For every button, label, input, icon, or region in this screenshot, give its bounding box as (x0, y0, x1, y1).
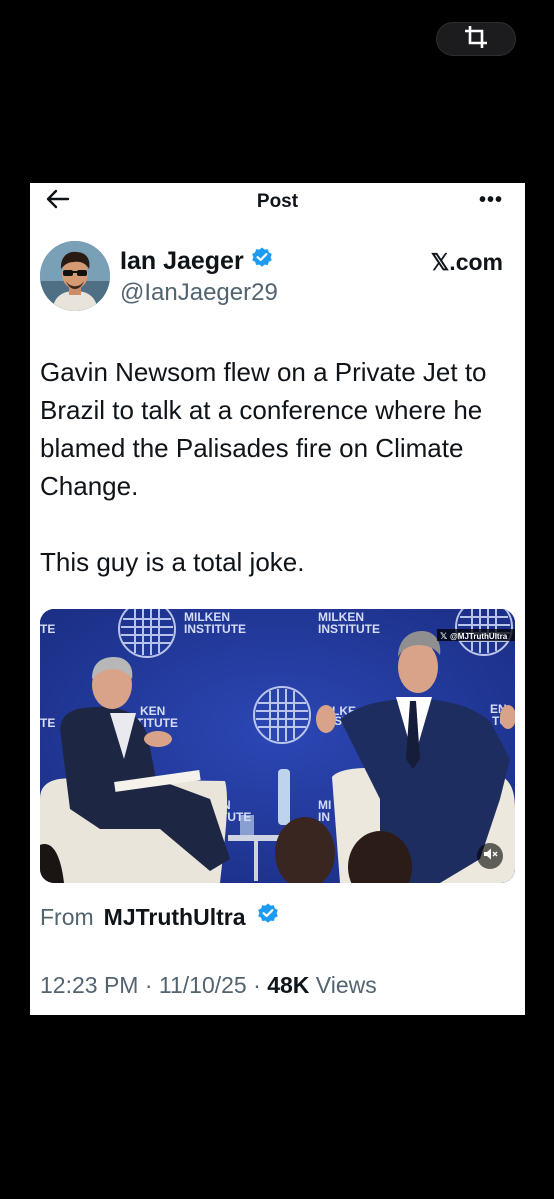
x-logo-icon: 𝕏 (440, 632, 448, 642)
separator: · (144, 972, 153, 998)
verified-badge-icon (250, 246, 274, 277)
separator: · (253, 972, 261, 998)
post-date: 11/10/25 (158, 972, 247, 998)
source-attribution[interactable]: From MJTruthUltra (40, 902, 280, 932)
crop-icon (463, 24, 489, 55)
post-card: Post ••• Ian Jaeger @IanJaeger29 � (30, 183, 525, 1015)
backdrop-fragment: TE (40, 716, 55, 730)
crop-button[interactable] (436, 22, 516, 56)
page-title: Post (256, 191, 299, 212)
author-name-row[interactable]: Ian Jaeger (120, 246, 274, 277)
speaker-muted-icon (482, 846, 498, 867)
source-prefix: From (40, 903, 94, 930)
views-count: 48K (267, 972, 310, 998)
views-label[interactable]: Views (316, 972, 377, 998)
mute-button[interactable] (477, 843, 503, 869)
site-label: 𝕏.com (430, 249, 503, 275)
backdrop-fragment: TE (40, 622, 55, 636)
post-metadata: 12:23 PM · 11/10/25 · 48K Views (40, 972, 377, 999)
author-name: Ian Jaeger (120, 247, 244, 275)
video-player[interactable]: MILKEN INSTITUTE MILKEN INSTITUTE TE KEN… (40, 609, 515, 883)
source-name[interactable]: MJTruthUltra (104, 904, 246, 931)
more-horizontal-icon: ••• (478, 189, 503, 211)
backdrop-logo-text: INSTITUTE (184, 622, 246, 636)
post-time: 12:23 PM (40, 972, 139, 998)
avatar[interactable] (40, 241, 110, 311)
tweet-paragraph: Gavin Newsom flew on a Private Jet to Br… (40, 357, 494, 501)
tweet-text: Gavin Newsom flew on a Private Jet to Br… (40, 353, 520, 581)
backdrop-logo-text: INSTITUTE (318, 622, 380, 636)
more-button[interactable]: ••• (479, 189, 503, 212)
video-watermark: @MJTruthUltra (450, 632, 508, 641)
author-handle[interactable]: @IanJaeger29 (120, 279, 278, 307)
post-header: Post ••• (30, 183, 525, 219)
verified-badge-icon (256, 902, 280, 932)
tweet-paragraph: This guy is a total joke. (40, 547, 305, 577)
